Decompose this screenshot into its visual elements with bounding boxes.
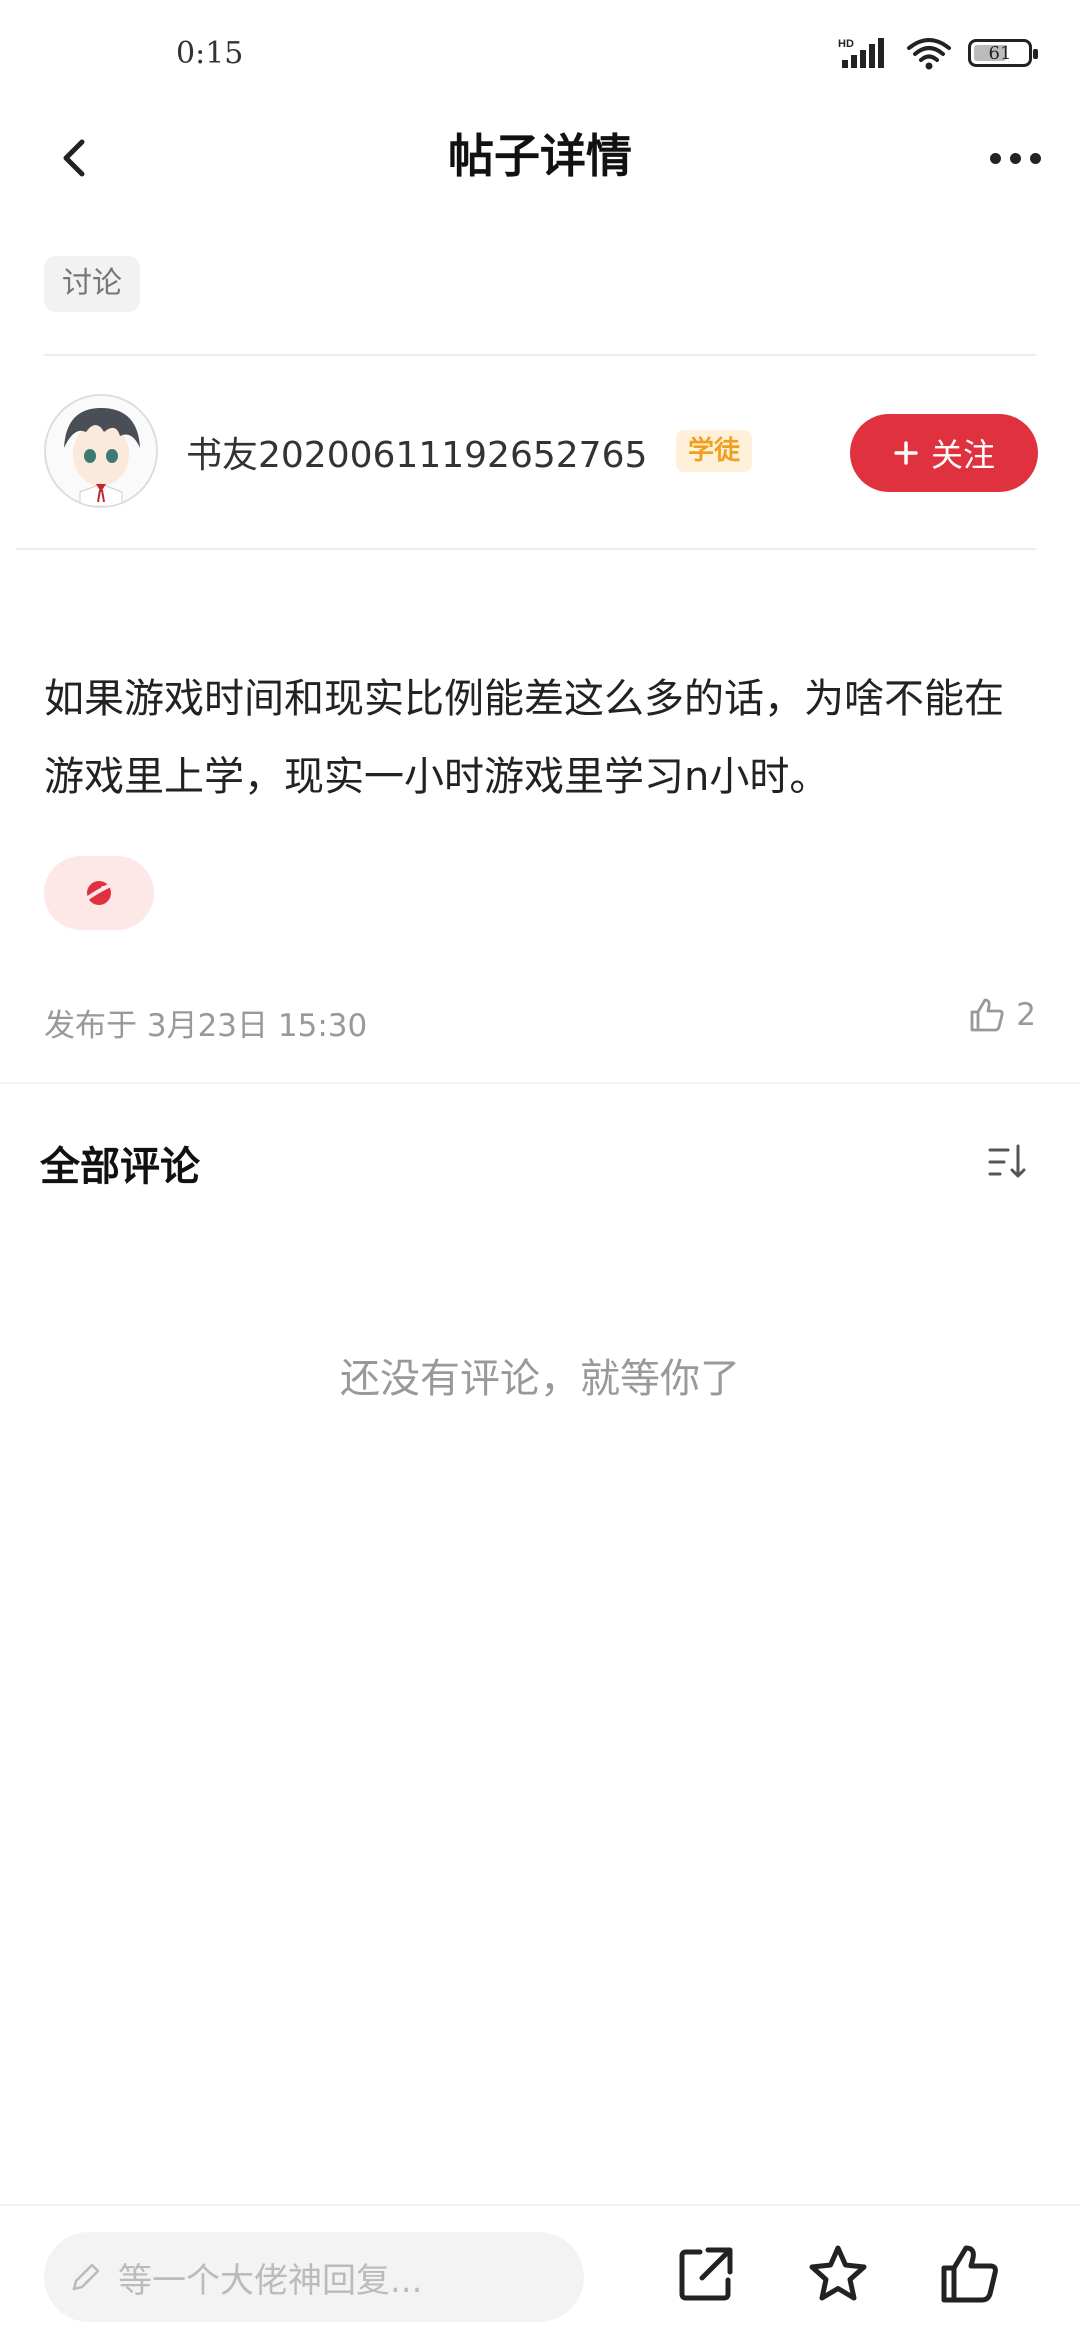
author-level-badge: 学徒 <box>676 430 753 472</box>
network-label: HD <box>838 38 854 50</box>
thumbs-up-icon <box>970 998 1004 1032</box>
follow-label: 关注 <box>930 436 995 474</box>
topic-chip[interactable] <box>44 856 154 930</box>
more-button[interactable] <box>980 128 1050 188</box>
signal-icon: HD <box>838 38 884 68</box>
like-count: 2 <box>1016 997 1036 1033</box>
divider <box>0 1082 1080 1084</box>
publish-time: 发布于 3月23日 15:30 <box>44 1008 368 1044</box>
follow-button[interactable]: 关注 <box>850 414 1038 492</box>
comments-heading: 全部评论 <box>40 1144 200 1190</box>
author-name[interactable]: 书友20200611192652765 <box>186 426 647 478</box>
favorite-button[interactable] <box>806 2242 870 2306</box>
wifi-icon <box>907 38 951 70</box>
more-dots-icon <box>989 152 1001 164</box>
share-button[interactable] <box>674 2242 738 2306</box>
planet-icon <box>83 881 115 905</box>
page-title: 帖子详情 <box>448 129 632 183</box>
star-icon <box>809 2245 867 2301</box>
status-icons: HD 61 <box>838 36 1038 70</box>
pencil-icon <box>72 2263 100 2291</box>
post-content: 如果游戏时间和现实比例能差这么多的话，为啥不能在游戏里上学，现实一小时游戏里学习… <box>44 676 1004 800</box>
sort-icon <box>988 1144 1026 1178</box>
comment-input[interactable]: 等一个大佬神回复... <box>44 2232 584 2322</box>
avatar-image <box>46 396 156 506</box>
comment-input-placeholder: 等一个大佬神回复... <box>118 2260 423 2301</box>
more-dot <box>1029 152 1041 164</box>
post-category-tag[interactable]: 讨论 <box>44 256 140 312</box>
avatar[interactable] <box>44 394 158 508</box>
divider <box>44 354 1036 356</box>
plus-icon <box>894 441 918 465</box>
top-nav-bar: 帖子详情 <box>0 110 1080 230</box>
status-bar: 0:15 HD 61 <box>0 0 1080 110</box>
battery-percent: 61 <box>988 42 1012 64</box>
share-icon <box>679 2247 733 2301</box>
battery-icon: 61 <box>968 39 1038 67</box>
status-time: 0:15 <box>176 36 244 71</box>
divider <box>16 548 1036 550</box>
sort-button[interactable] <box>986 1142 1030 1182</box>
post-like-button[interactable]: 2 <box>968 996 1036 1034</box>
bottom-action-bar: 等一个大佬神回复... <box>0 2204 1080 2342</box>
like-button[interactable] <box>938 2242 1002 2306</box>
author-row: 书友20200611192652765 学徒 关注 <box>0 380 1080 520</box>
empty-comments-text: 还没有评论，就等你了 <box>340 1356 740 1402</box>
more-dot <box>1009 152 1021 164</box>
like-icon <box>941 2245 998 2303</box>
